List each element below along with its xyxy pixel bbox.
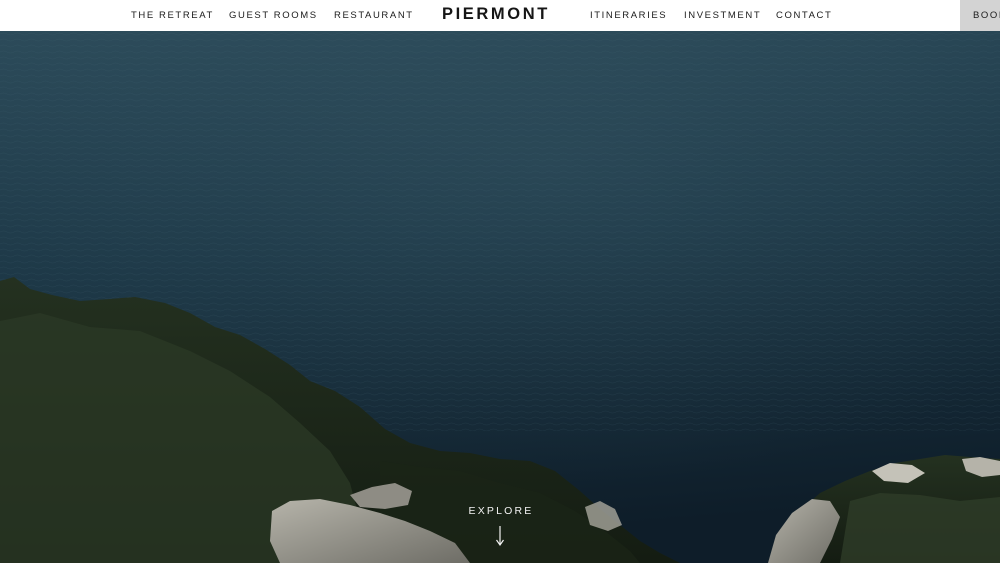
explore-label: EXPLORE	[468, 505, 534, 517]
page: THE RETREAT GUEST ROOMS RESTAURANT PIERM…	[0, 0, 1000, 563]
nav-link-guest-rooms[interactable]: GUEST ROOMS	[229, 10, 318, 21]
explore-cta[interactable]: EXPLORE	[450, 505, 550, 555]
hero-image	[0, 31, 1000, 563]
brand-logo[interactable]: PIERMONT	[442, 5, 550, 24]
nav-link-restaurant[interactable]: RESTAURANT	[334, 10, 414, 21]
nav-link-contact[interactable]: CONTACT	[776, 10, 832, 21]
nav-link-itineraries[interactable]: ITINERARIES	[590, 10, 667, 21]
book-button[interactable]: BOOK	[960, 0, 1000, 31]
hero-section: EXPLORE	[0, 31, 1000, 563]
arrow-down-icon	[496, 526, 504, 547]
site-header: THE RETREAT GUEST ROOMS RESTAURANT PIERM…	[0, 0, 1000, 31]
nav-link-the-retreat[interactable]: THE RETREAT	[131, 10, 214, 21]
nav-link-investment[interactable]: INVESTMENT	[684, 10, 761, 21]
